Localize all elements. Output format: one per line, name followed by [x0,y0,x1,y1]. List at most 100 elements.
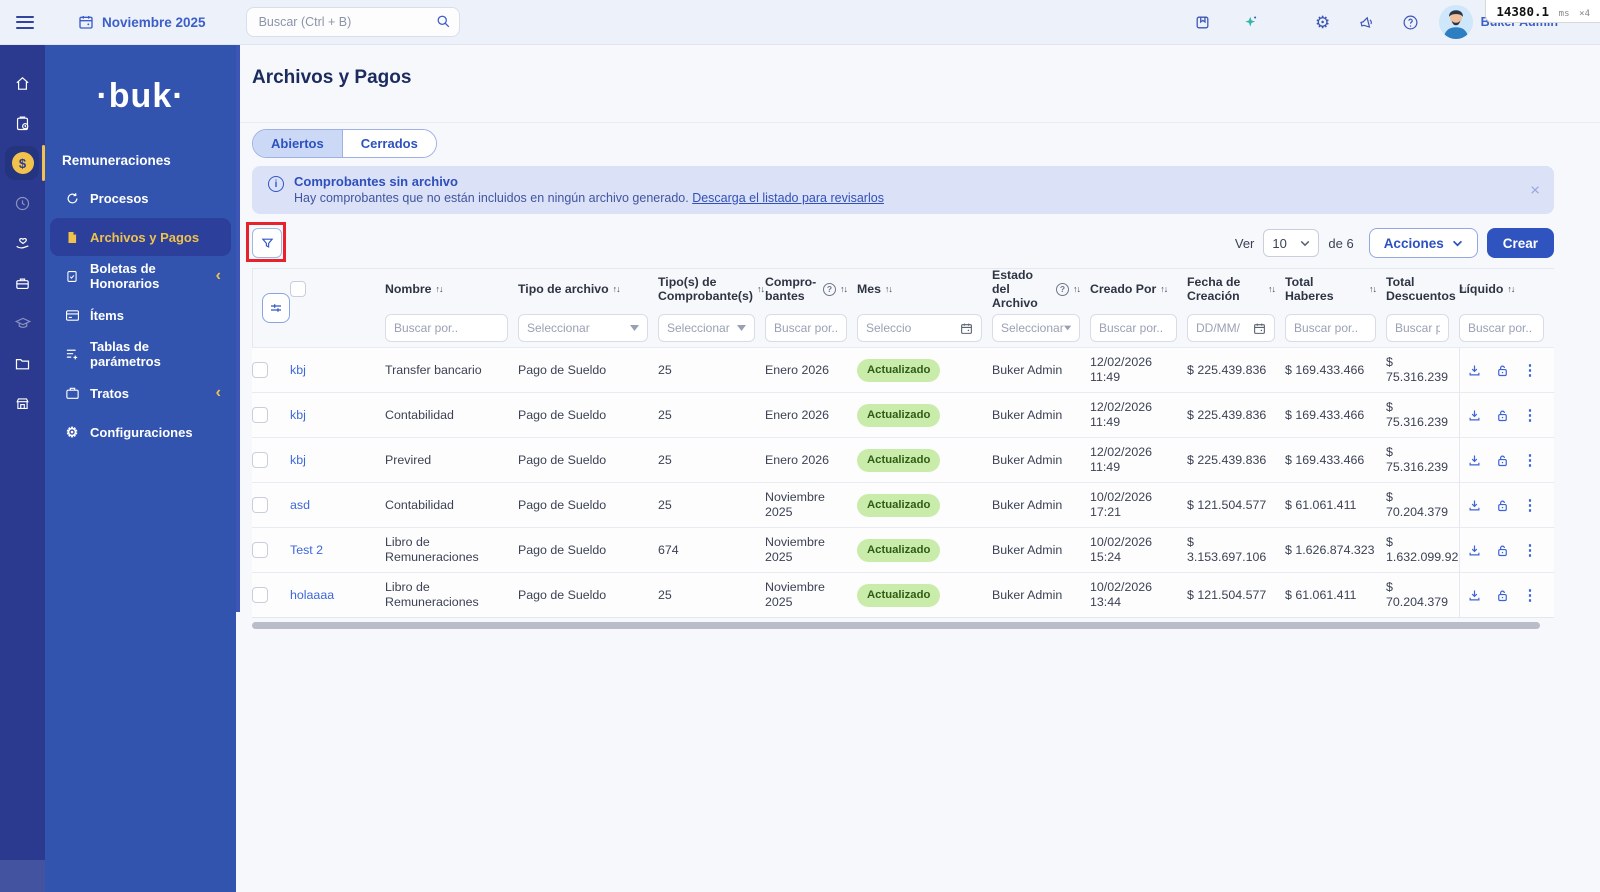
file-name-link[interactable]: kbj [290,363,306,378]
filter-comprobantes-input[interactable] [765,314,847,342]
search-icon[interactable] [436,14,451,29]
download-icon[interactable] [1460,498,1488,513]
graduation-cap-icon[interactable] [0,303,45,343]
period-selector[interactable]: Noviembre 2025 [78,14,206,30]
menu-icon[interactable] [16,12,34,32]
filter-estado-select[interactable]: Seleccionar [992,314,1080,342]
filter-mes-date[interactable]: Seleccio [857,314,982,342]
row-checkbox[interactable] [252,452,268,468]
download-icon[interactable] [1460,543,1488,558]
file-name-link[interactable]: Test 2 [290,543,323,558]
sort-icon[interactable]: ↑↓ [1369,282,1377,296]
filter-fecha-date[interactable]: DD/MM/ [1187,314,1275,342]
kebab-menu-icon[interactable]: ⋮ [1516,588,1544,603]
filter-nombre-input[interactable] [385,314,508,342]
filter-total-descuentos-input[interactable] [1386,314,1449,342]
help-icon[interactable]: ? [1056,282,1069,296]
tab-abiertos[interactable]: Abiertos [253,130,343,157]
select-all-checkbox[interactable] [290,281,306,297]
sort-icon[interactable]: ↑↓ [1160,282,1168,296]
lock-icon[interactable] [1488,498,1516,513]
megaphone-icon[interactable] [1355,10,1379,34]
clipboard-clock-icon[interactable] [0,103,45,143]
kebab-menu-icon[interactable]: ⋮ [1516,363,1544,378]
sort-icon[interactable]: ↑↓ [757,282,765,296]
lock-icon[interactable] [1488,543,1516,558]
col-liquido[interactable]: Líquido ↑↓ [1459,269,1554,309]
filter-button[interactable] [252,228,282,258]
download-icon[interactable] [1460,363,1488,378]
close-icon[interactable]: × [1530,182,1540,199]
download-icon[interactable] [1460,408,1488,423]
row-checkbox[interactable] [252,587,268,603]
col-tipo-comprobante[interactable]: Tipo(s) de Comprobante(s) ↑↓ [658,269,765,309]
alert-download-link[interactable]: Descarga el listado para revisarlos [692,191,884,205]
bank-icon[interactable] [0,383,45,423]
file-name-link[interactable]: kbj [290,408,306,423]
col-total-haberes[interactable]: Total Haberes ↑↓ [1285,269,1386,309]
download-icon[interactable] [1460,453,1488,468]
file-name-link[interactable]: holaaaa [290,588,334,603]
col-creado-por[interactable]: Creado Por ↑↓ [1090,269,1187,309]
folder-icon[interactable] [0,343,45,383]
kebab-menu-icon[interactable]: ⋮ [1516,453,1544,468]
file-name-link[interactable]: asd [290,498,310,513]
sidebar-item-archivos-y-pagos[interactable]: Archivos y Pagos [50,218,231,256]
col-total-descuentos[interactable]: Total Descuentos ↑↓ [1386,269,1468,309]
col-mes[interactable]: Mes ↑↓ [857,269,992,309]
sidebar-item-configuraciones[interactable]: ⚙ Configuraciones [50,413,231,451]
row-checkbox[interactable] [252,407,268,423]
kebab-menu-icon[interactable]: ⋮ [1516,408,1544,423]
col-tipo-archivo[interactable]: Tipo de archivo ↑↓ [518,269,658,309]
col-comprobantes[interactable]: Compro-bantes? ↑↓ [765,269,857,309]
hand-heart-icon[interactable] [0,223,45,263]
column-settings-button[interactable] [262,293,290,323]
filter-liquido-input[interactable] [1459,314,1544,342]
row-checkbox[interactable] [252,497,268,513]
sort-icon[interactable]: ↑↓ [885,282,893,296]
help-icon[interactable] [1399,10,1423,34]
sort-icon[interactable]: ↑↓ [1268,282,1276,296]
lock-icon[interactable] [1488,453,1516,468]
help-icon[interactable]: ? [823,282,836,296]
filter-total-haberes-input[interactable] [1285,314,1376,342]
sparkle-ai-icon[interactable] [1239,10,1263,34]
avatar[interactable] [1438,5,1473,39]
sort-icon[interactable]: ↑↓ [435,282,443,296]
sidebar-item-items[interactable]: Ítems [50,296,231,334]
col-estado[interactable]: Estado del Archivo? ↑↓ [992,268,1090,310]
filter-tipo-archivo-select[interactable]: Seleccionar [518,314,648,342]
kebab-menu-icon[interactable]: ⋮ [1516,543,1544,558]
gear-icon[interactable]: ⚙ [1311,10,1335,34]
remunerations-coin-icon[interactable]: $ [0,143,45,183]
sort-icon[interactable]: ↑↓ [840,282,848,296]
row-checkbox[interactable] [252,542,268,558]
lock-icon[interactable] [1488,363,1516,378]
row-checkbox[interactable] [252,362,268,378]
crear-button[interactable]: Crear [1486,228,1554,258]
col-fecha-creacion[interactable]: Fecha de Creación ↑↓ [1187,269,1285,309]
kebab-menu-icon[interactable]: ⋮ [1516,498,1544,513]
acciones-button[interactable]: Acciones [1368,228,1478,258]
tab-cerrados[interactable]: Cerrados [342,130,436,157]
save-bookmark-icon[interactable] [1191,10,1215,34]
history-clock-icon[interactable] [0,183,45,223]
sidebar-item-tratos[interactable]: Tratos ‹ [50,374,231,412]
sidebar-item-tablas-de-parametros[interactable]: Tablas de parámetros [50,335,231,373]
filter-creado-por-input[interactable] [1090,314,1177,342]
lock-icon[interactable] [1488,408,1516,423]
filter-tipo-comprobante-select[interactable]: Seleccionar [658,314,755,342]
lock-icon[interactable] [1488,588,1516,603]
horizontal-scrollbar[interactable] [252,622,1540,629]
home-icon[interactable] [0,63,45,103]
sort-icon[interactable]: ↑↓ [1507,282,1515,296]
sidebar-item-boletas-de-honorarios[interactable]: Boletas de Honorarios ‹ [50,257,231,295]
page-size-select[interactable]: 10 [1263,229,1320,257]
sidebar-item-procesos[interactable]: Procesos [50,179,231,217]
sort-icon[interactable]: ↑↓ [1073,282,1081,296]
file-name-link[interactable]: kbj [290,453,306,468]
search-input[interactable] [245,7,460,37]
col-nombre[interactable]: Nombre ↑↓ [385,269,518,309]
lunchbox-icon[interactable] [0,263,45,303]
download-icon[interactable] [1460,588,1488,603]
